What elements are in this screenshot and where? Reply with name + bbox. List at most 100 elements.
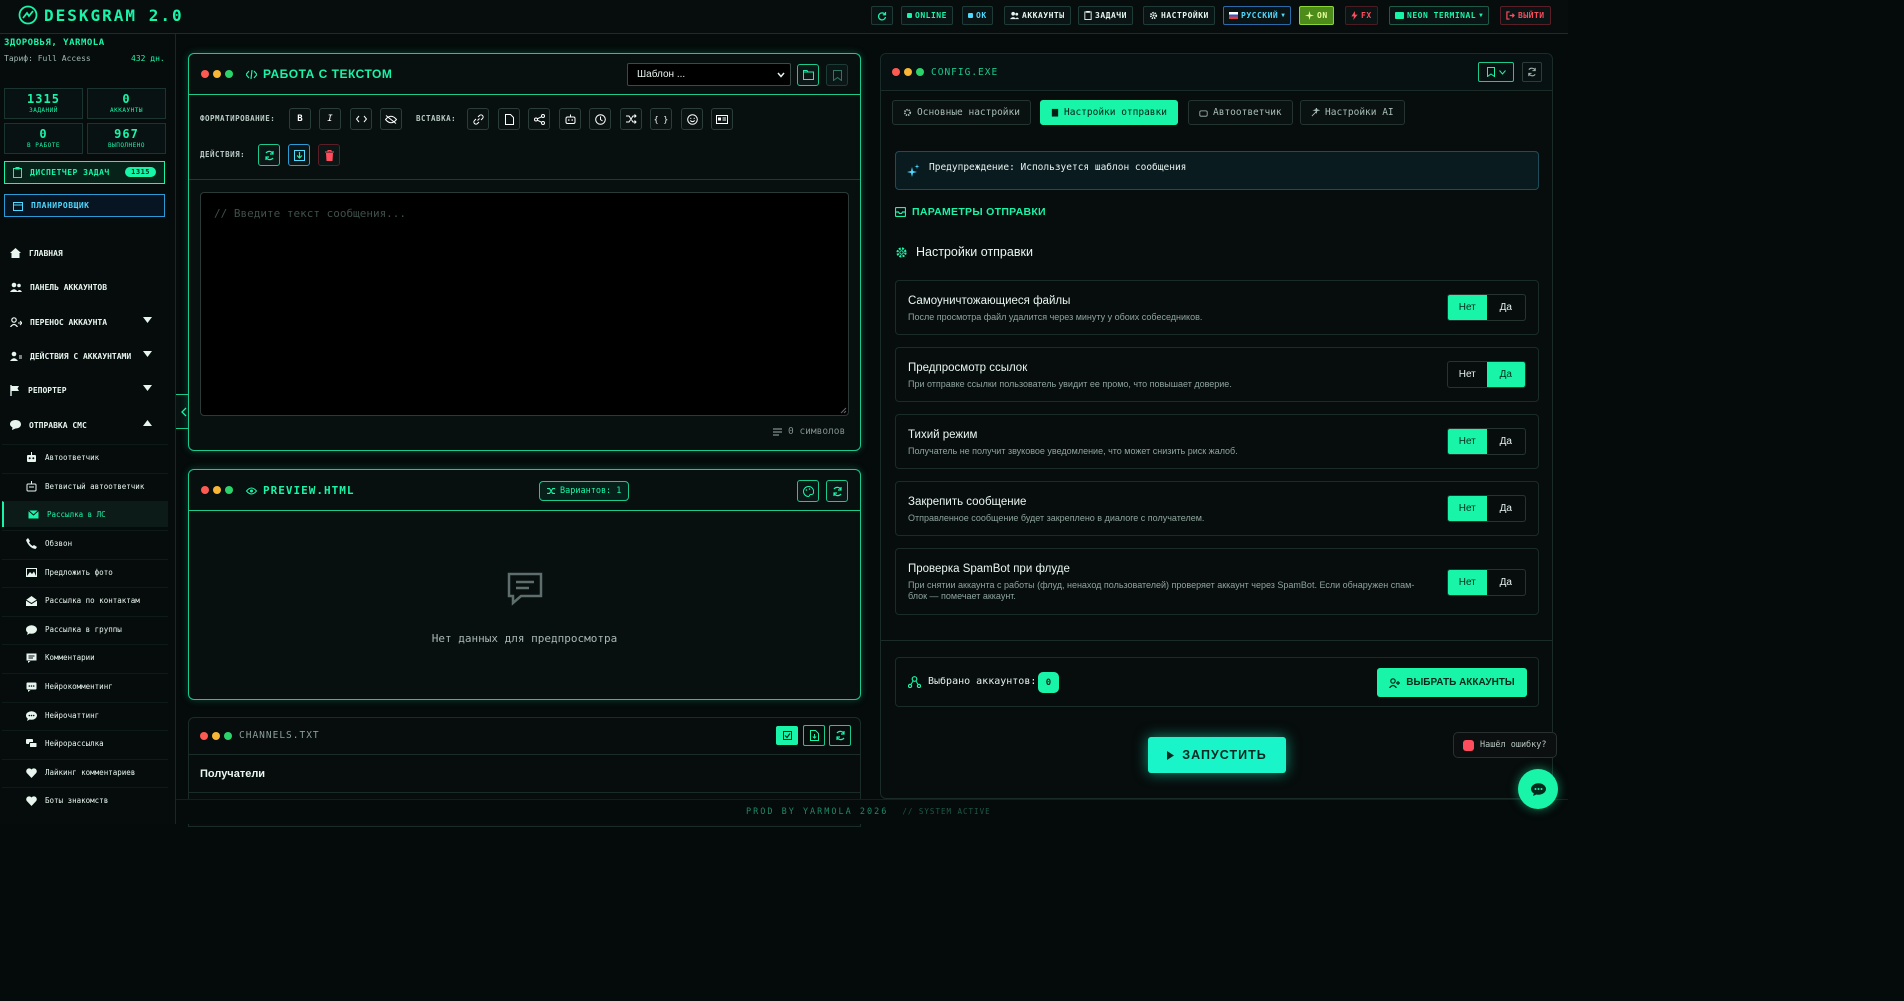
- spoiler-button[interactable]: [380, 108, 402, 130]
- accounts-nav-button[interactable]: АККАУНТЫ: [1004, 6, 1071, 25]
- text-lines-icon: [773, 427, 782, 436]
- bug-report-button[interactable]: Нашёл ошибку?: [1453, 732, 1557, 758]
- subnav-suggest-photo[interactable]: Предложить фото: [2, 559, 168, 585]
- divider: [189, 754, 860, 755]
- subnav-dating-bots[interactable]: Боты знакомств: [2, 787, 168, 813]
- nav-send-sms[interactable]: ОТПРАВКА СМС: [0, 410, 168, 440]
- import-button[interactable]: [288, 144, 310, 166]
- insert-share-button[interactable]: [528, 108, 550, 130]
- language-select[interactable]: РУССКИЙ ▼: [1223, 6, 1292, 25]
- subnav-neurocommenting[interactable]: Нейрокомментинг: [2, 673, 168, 699]
- days-remaining: 432 дн.: [131, 54, 165, 63]
- subnav-contacts-mailing[interactable]: Рассылка по контактам: [2, 587, 168, 613]
- bookmark-template-button[interactable]: [826, 64, 848, 86]
- nav-accounts-panel[interactable]: ПАНЕЛЬ АККАУНТОВ: [0, 272, 168, 302]
- toggle-no[interactable]: Нет: [1448, 570, 1487, 595]
- logout-button[interactable]: ВЫЙТИ: [1500, 6, 1551, 25]
- chat-widget-button[interactable]: [1518, 769, 1558, 809]
- clear-text-button[interactable]: [318, 144, 340, 166]
- italic-button[interactable]: I: [319, 108, 341, 130]
- self-destruct-toggle[interactable]: Нет Да: [1447, 294, 1526, 321]
- nav-home[interactable]: ГЛАВНАЯ: [0, 238, 168, 268]
- fx-toggle[interactable]: FX: [1345, 6, 1378, 25]
- channels-import-button[interactable]: [803, 725, 825, 746]
- planner-button[interactable]: ПЛАНИРОВЩИК: [4, 194, 165, 217]
- subnav-comments[interactable]: Комментарии: [2, 644, 168, 670]
- actions-label: ДЕЙСТВИЯ:: [200, 150, 246, 159]
- config-preset-button[interactable]: [1478, 62, 1514, 82]
- toggle-yes[interactable]: Да: [1486, 362, 1525, 387]
- nav-account-actions[interactable]: ДЕЙСТВИЯ С АККАУНТАМИ: [0, 341, 168, 371]
- subnav-branching-autoresponder[interactable]: Ветвистый автоответчик: [2, 473, 168, 499]
- account-selection-bar: Выбрано аккаунтов: 0 ВЫБРАТЬ АККАУНТЫ: [895, 657, 1539, 707]
- app-logo[interactable]: DESKGRAM 2.0: [18, 5, 184, 25]
- tab-ai-settings[interactable]: Настройки AI: [1300, 100, 1405, 125]
- robot-icon: [1199, 110, 1208, 117]
- insert-emoji-button[interactable]: [681, 108, 703, 130]
- subnav-groups-mailing[interactable]: Рассылка в группы: [2, 616, 168, 642]
- resize-handle-icon[interactable]: [840, 407, 847, 414]
- spambot-check-toggle[interactable]: Нет Да: [1447, 569, 1526, 596]
- trash-icon: [324, 149, 334, 161]
- refresh-button[interactable]: [871, 6, 893, 25]
- variants-badge[interactable]: Вариантов: 1: [539, 481, 630, 501]
- play-icon: [1167, 750, 1175, 760]
- chevron-down-icon: [143, 351, 152, 357]
- code-format-button[interactable]: [350, 108, 372, 130]
- pin-message-toggle[interactable]: Нет Да: [1447, 495, 1526, 522]
- tab-send-settings[interactable]: Настройки отправки: [1040, 100, 1178, 125]
- insert-time-button[interactable]: [589, 108, 611, 130]
- toggle-yes[interactable]: Да: [1487, 295, 1526, 320]
- message-textarea[interactable]: // Введите текст сообщения...: [200, 192, 849, 416]
- silent-mode-toggle[interactable]: Нет Да: [1447, 428, 1526, 455]
- clipboard-icon: [1084, 11, 1092, 20]
- insert-bot-button[interactable]: [559, 108, 581, 130]
- toggle-yes[interactable]: Да: [1487, 570, 1526, 595]
- insert-variable-button[interactable]: { }: [650, 108, 672, 130]
- save-template-button[interactable]: [797, 64, 819, 86]
- subnav-dm-mailing[interactable]: Рассылка в ЛС: [2, 501, 168, 527]
- convert-text-button[interactable]: [258, 144, 280, 166]
- toggle-no[interactable]: Нет: [1448, 496, 1487, 521]
- subnav-autoresponder[interactable]: Автоответчик: [2, 444, 168, 470]
- toggle-no[interactable]: Нет: [1448, 362, 1487, 387]
- toggle-no[interactable]: Нет: [1448, 429, 1487, 454]
- toggle-yes[interactable]: Да: [1487, 496, 1526, 521]
- preview-refresh-button[interactable]: [826, 480, 848, 502]
- select-accounts-button[interactable]: ВЫБРАТЬ АККАУНТЫ: [1377, 668, 1527, 697]
- theme-select[interactable]: NEON TERMINAL ▼: [1389, 6, 1490, 25]
- sound-toggle[interactable]: ON: [1299, 6, 1334, 25]
- channels-refresh-button[interactable]: [829, 725, 851, 746]
- user-transfer-icon: [10, 317, 22, 327]
- channels-check-button[interactable]: [776, 726, 798, 745]
- insert-link-button[interactable]: [467, 108, 489, 130]
- chat-dots-icon: [1530, 782, 1546, 796]
- task-dispatcher-button[interactable]: ДИСПЕТЧЕР ЗАДАЧ 1315: [4, 161, 165, 184]
- clipboard-icon: [13, 167, 22, 178]
- tab-basic-settings[interactable]: Основные настройки: [892, 100, 1031, 125]
- link-preview-toggle[interactable]: Нет Да: [1447, 361, 1526, 388]
- tasks-nav-button[interactable]: ЗАДАЧИ: [1078, 6, 1133, 25]
- eye-slash-icon: [385, 114, 397, 124]
- sparkle-icon: [1305, 11, 1314, 20]
- subnav-neuromailing[interactable]: Нейрорассылка: [2, 730, 168, 756]
- subnav-neurochatting[interactable]: Нейрочаттинг: [2, 702, 168, 728]
- insert-card-button[interactable]: [711, 108, 733, 130]
- subnav-comment-liking[interactable]: Лайкинг комментариев: [2, 759, 168, 785]
- nav-reporter[interactable]: РЕПОРТЕР: [0, 375, 168, 405]
- toggle-yes[interactable]: Да: [1487, 429, 1526, 454]
- subnav-calling[interactable]: Обзвон: [2, 530, 168, 556]
- nav-account-transfer[interactable]: ПЕРЕНОС АККАУНТА: [0, 307, 168, 337]
- insert-file-button[interactable]: [498, 108, 520, 130]
- braces-icon: { }: [653, 114, 669, 124]
- bold-button[interactable]: B: [289, 108, 311, 130]
- template-select[interactable]: Шаблон ...: [627, 63, 791, 86]
- toggle-no[interactable]: Нет: [1448, 295, 1487, 320]
- insert-random-button[interactable]: [620, 108, 642, 130]
- settings-nav-button[interactable]: НАСТРОЙКИ: [1143, 6, 1215, 25]
- preview-theme-button[interactable]: [797, 480, 819, 502]
- config-reset-button[interactable]: [1522, 62, 1542, 82]
- footer-credit: PROD BY YARMOLA 2026: [746, 807, 889, 817]
- launch-button[interactable]: ЗАПУСТИТЬ: [1148, 737, 1286, 773]
- tab-autoresponder[interactable]: Автоответчик: [1188, 100, 1293, 125]
